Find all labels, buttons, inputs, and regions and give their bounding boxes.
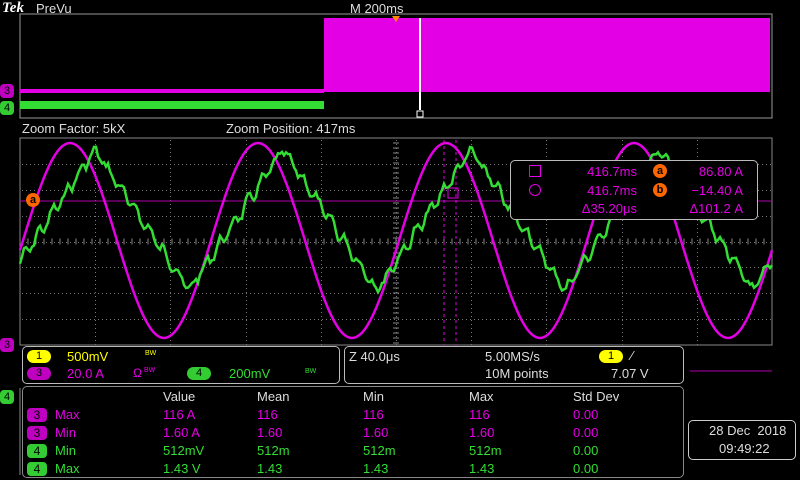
ch3-overview-marker[interactable]: 3 — [0, 84, 14, 98]
cursor-2-circle-icon — [529, 184, 541, 196]
cursor-1-square-icon — [529, 165, 541, 177]
row-max: 1.60 — [469, 424, 495, 440]
date-display: 28 Dec 2018 — [709, 423, 787, 438]
cursor-b-chip: b — [653, 183, 667, 197]
col-header-stddev: Std Dev — [573, 388, 620, 404]
row-value: 116 A — [163, 406, 196, 422]
row-channel-badge: 4 — [27, 443, 47, 458]
acquisition-panel[interactable]: Z 40.0μs 5.00MS/s 10M points 1 ∕ 7.07 V — [344, 346, 684, 384]
row-channel-badge: 3 — [27, 407, 47, 422]
row-channel-badge: 3 — [27, 425, 47, 440]
overview-ch3-burst — [324, 18, 770, 92]
row-max: 1.43 — [469, 460, 495, 476]
ch4-scale[interactable]: 200mV — [229, 366, 270, 381]
overview-ch4-trace — [20, 101, 324, 109]
row-stddev: 0.00 — [573, 460, 599, 476]
row-stddev: 0.00 — [573, 424, 599, 440]
col-header-mean: Mean — [257, 388, 290, 404]
ch3-scale[interactable]: 20.0 A — [67, 366, 104, 381]
row-mean: 1.60 — [257, 424, 283, 440]
cursor-2-time: 416.7ms — [587, 183, 637, 198]
table-row[interactable]: 4 Min 512mV 512m 512m 512m 0.00 — [27, 441, 653, 459]
table-row[interactable]: 3 Min 1.60 A 1.60 1.60 1.60 0.00 — [27, 423, 653, 441]
row-channel-badge: 4 — [27, 461, 47, 476]
ch3-ground-marker[interactable]: 3 — [0, 338, 14, 352]
col-header-value: Value — [163, 388, 196, 404]
row-mean: 512m — [257, 442, 290, 458]
row-min: 1.60 — [363, 424, 389, 440]
cursor-delta-value: Δ101.2 A — [689, 201, 744, 216]
channel-settings-panel[interactable]: 1 500mV BW 3 20.0 A Ω BW 4 200mV BW — [22, 346, 340, 384]
row-min: 116 — [363, 406, 384, 422]
ch1-bandwidth-icon: BW — [145, 350, 157, 357]
row-max: 116 — [469, 406, 490, 422]
col-header-min: Min — [363, 388, 384, 404]
ch4-overview-marker[interactable]: 4 — [0, 101, 14, 115]
row-min: 1.43 — [363, 460, 389, 476]
cursor-1-time: 416.7ms — [587, 164, 637, 179]
cursor-readout-panel[interactable]: 416.7ms a 86.80 A 416.7ms b −14.40 A Δ35… — [510, 160, 758, 220]
col-header-max: Max — [469, 388, 494, 404]
row-stddev: 0.00 — [573, 442, 599, 458]
row-min: 512m — [363, 442, 396, 458]
cursor-b-value: −14.40 A — [691, 183, 743, 198]
cursor-a-chip: a — [653, 164, 667, 178]
ch4-bandwidth-icon: BW — [305, 368, 317, 375]
ch4-ground-marker[interactable]: 4 — [0, 390, 14, 404]
datetime-panel[interactable]: 28 Dec 2018 09:49:22 — [688, 420, 796, 460]
table-row[interactable]: 4 Max 1.43 V 1.43 1.43 1.43 0.00 — [27, 459, 653, 477]
ch3-badge[interactable]: 3 — [27, 367, 51, 380]
trigger-level[interactable]: 7.07 V — [611, 366, 649, 381]
ch1-badge[interactable]: 1 — [27, 350, 51, 363]
trigger-source-badge[interactable]: 1 — [599, 350, 623, 363]
row-measure-name: Min — [55, 442, 76, 458]
row-value: 512mV — [163, 442, 205, 458]
cursor-a-value: 86.80 A — [698, 164, 743, 179]
trigger-slope-icon: ∕ — [631, 348, 634, 363]
row-measure-name: Min — [55, 424, 76, 440]
row-mean: 1.43 — [257, 460, 283, 476]
measurement-table: Value Mean Min Max Std Dev 3 Max 116 A 11… — [27, 387, 653, 477]
row-value: 1.60 A — [163, 424, 200, 440]
zoom-factor-label: Zoom Factor: 5kX — [22, 121, 126, 136]
row-value: 1.43 V — [163, 460, 201, 476]
record-length[interactable]: 10M points — [485, 366, 549, 381]
zoom-position-label: Zoom Position: 417ms — [226, 121, 356, 136]
ch3-coupling-icon: Ω — [133, 366, 142, 380]
ch3-bandwidth-icon: BW — [144, 367, 156, 374]
zoom-window-handle — [416, 110, 424, 118]
cursor-a-marker[interactable]: a — [26, 193, 40, 207]
ch1-scale[interactable]: 500mV — [67, 349, 108, 364]
row-stddev: 0.00 — [573, 406, 599, 422]
ch4-badge[interactable]: 4 — [187, 367, 211, 380]
time-display: 09:49:22 — [719, 441, 770, 456]
zoom-timescale[interactable]: Z 40.0μs — [349, 349, 400, 364]
row-measure-name: Max — [55, 460, 80, 476]
measurement-header-row: Value Mean Min Max Std Dev — [27, 387, 653, 405]
table-row[interactable]: 3 Max 116 A 116 116 116 0.00 — [27, 405, 653, 423]
row-mean: 116 — [257, 406, 278, 422]
cursor-delta-time: Δ35.20μs — [581, 201, 637, 216]
row-max: 512m — [469, 442, 502, 458]
row-measure-name: Max — [55, 406, 80, 422]
sample-rate[interactable]: 5.00MS/s — [485, 349, 540, 364]
measurement-panel[interactable]: Value Mean Min Max Std Dev 3 Max 116 A 11… — [22, 386, 684, 478]
overview-ch3-trace — [20, 89, 324, 93]
